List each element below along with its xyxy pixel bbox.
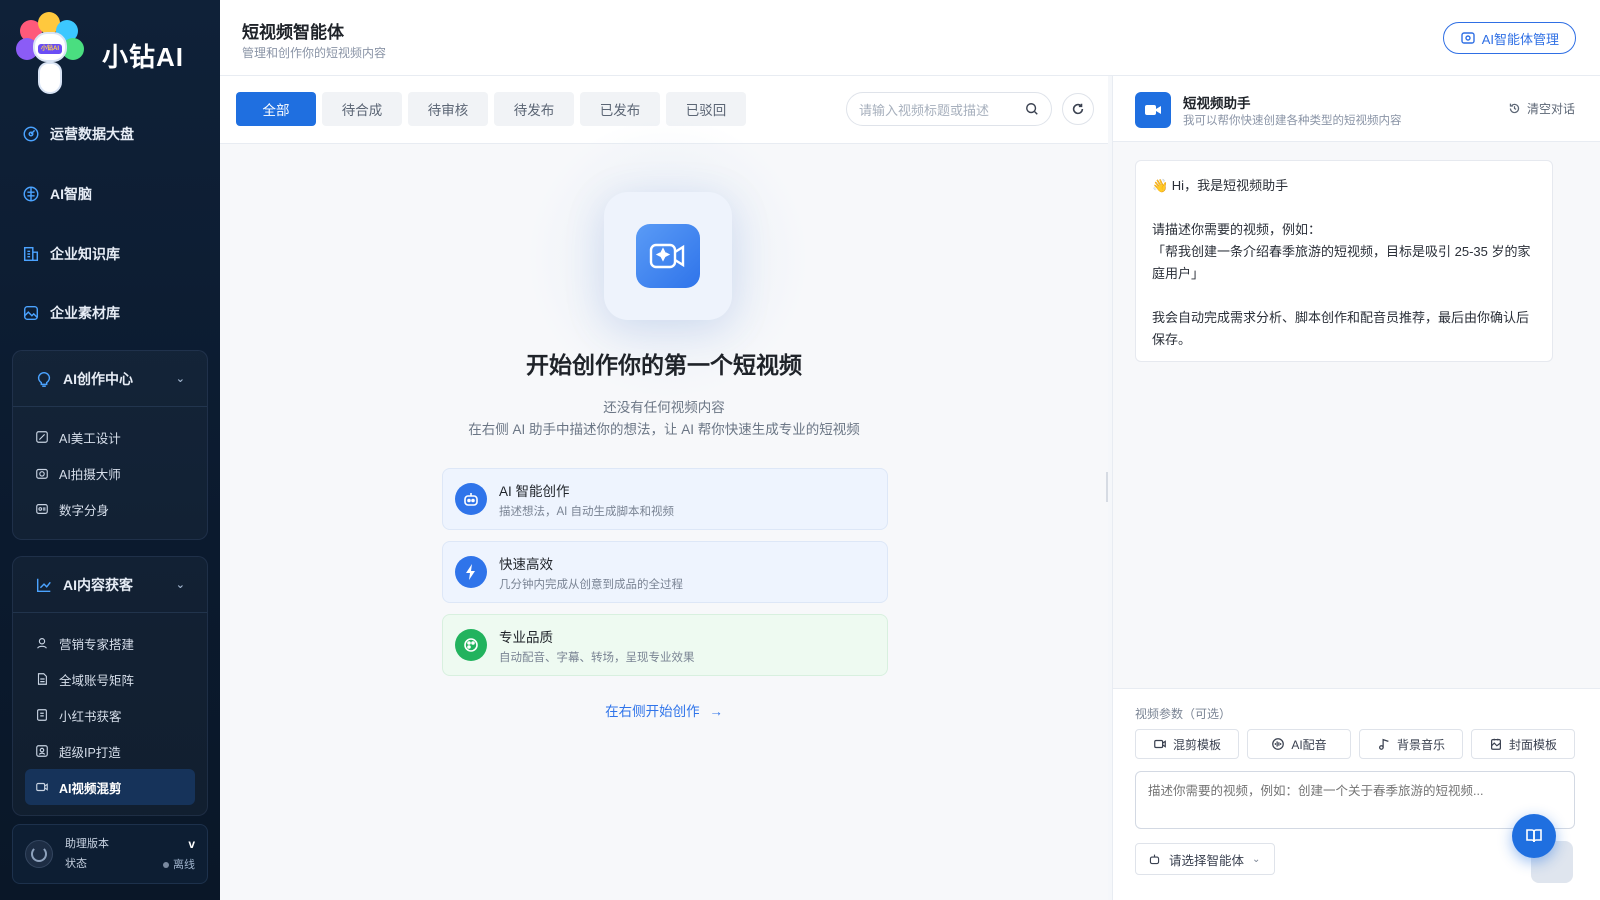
nav-item-knowledge-base[interactable]: 企业知识库 <box>22 244 120 264</box>
loading-spinner-icon <box>25 840 53 868</box>
mascot-logo-icon: 小钻AI <box>16 12 84 98</box>
assistant-panel: 短视频助手 我可以帮你快速创建各种类型的短视频内容 清空对话 👋 Hi，我是短视… <box>1112 76 1600 900</box>
sidebar-item-video-remix[interactable]: AI视频混剪 <box>25 769 195 805</box>
tab-pending-review[interactable]: 待审核 <box>408 92 488 126</box>
status-label: 状态 <box>65 858 87 870</box>
prompt-intro-text: 请描述你需要的视频，例如： <box>1152 222 1322 237</box>
id-card-icon <box>36 504 48 514</box>
camera-icon <box>36 468 48 479</box>
page-title: 短视频智能体 <box>242 23 344 42</box>
sidebar-item-xiaohongshu[interactable]: 小红书获客 <box>13 697 207 733</box>
remix-template-button[interactable]: 混剪模板 <box>1135 729 1239 759</box>
params-label: 视频参数（可选） <box>1135 707 1232 721</box>
music-note-icon <box>1378 738 1389 750</box>
assistant-subtitle: 我可以帮你快速创建各种类型的短视频内容 <box>1183 115 1402 127</box>
logo: 小钻AI 小钻AI <box>16 10 184 100</box>
ai-video-icon <box>636 224 700 288</box>
assistant-title: 短视频助手 <box>1183 96 1251 111</box>
page-header: 短视频智能体 管理和创作你的短视频内容 AI智能体管理 <box>220 0 1600 76</box>
nav-item-asset-library[interactable]: 企业素材库 <box>22 303 120 323</box>
version-value: v <box>188 836 195 851</box>
start-creating-link[interactable]: 在右侧开始创作 → <box>220 700 1108 720</box>
refresh-icon <box>1072 103 1084 115</box>
sidebar-item-digital-avatar[interactable]: 数字分身 <box>13 491 207 527</box>
design-icon <box>36 431 48 443</box>
sidebar-item-ai-design[interactable]: AI美工设计 <box>13 419 207 455</box>
outro-text: 我会自动完成需求分析、脚本创作和配音员推荐，最后由你确认后保存。 <box>1152 310 1530 347</box>
greeting-text: 👋 Hi，我是短视频助手 <box>1152 178 1289 193</box>
video-list-area: 全部 待合成 待审核 待发布 已发布 已驳回 请输入视频标题或描述 开始创作你的… <box>220 76 1108 900</box>
search-icon[interactable] <box>1025 102 1039 116</box>
ai-voice-button[interactable]: AI配音 <box>1247 729 1351 759</box>
user-icon <box>37 638 47 649</box>
assistant-message: 👋 Hi，我是短视频助手 请描述你需要的视频，例如： 「帮我创建一条介绍春季旅游… <box>1135 160 1553 362</box>
feature-card-quality: 专业品质 自动配音、字幕、转场，呈现专业效果 <box>442 614 888 676</box>
audio-wave-icon <box>1272 738 1285 750</box>
brain-icon <box>23 186 39 202</box>
group-toggle-ai-creation[interactable]: AI创作中心 ⌄ <box>13 351 207 407</box>
nav-group-ai-creation: AI创作中心 ⌄ AI美工设计 AI拍摄大师 数字分身 <box>12 350 208 540</box>
tab-pending-publish[interactable]: 待发布 <box>494 92 574 126</box>
sidebar-item-account-matrix[interactable]: 全域账号矩阵 <box>13 661 207 697</box>
sidebar-item-ai-photo[interactable]: AI拍摄大师 <box>13 455 207 491</box>
example-text: 「帮我创建一条介绍春季旅游的短视频，目标是吸引 25-35 岁的家庭用户」 <box>1152 244 1531 281</box>
video-template-icon <box>1154 739 1166 749</box>
badge-icon <box>36 745 48 757</box>
sidebar: 小钻AI 小钻AI 运营数据大盘 AI智脑 企业知识库 企业素材库 AI创作中心… <box>0 0 220 900</box>
help-docs-button[interactable] <box>1512 814 1556 858</box>
image-library-icon <box>23 305 39 321</box>
video-icon <box>36 782 48 792</box>
tab-all[interactable]: 全部 <box>236 92 316 126</box>
cover-image-icon <box>1490 738 1501 750</box>
book-icon <box>1526 829 1542 843</box>
empty-state-line1: 还没有任何视频内容 <box>603 400 725 415</box>
tab-pending-synthesis[interactable]: 待合成 <box>322 92 402 126</box>
chevron-down-icon: ⌄ <box>1252 853 1261 865</box>
nav-group-ai-content: AI内容获客 ⌄ 营销专家搭建 全域账号矩阵 小红书获客 超级IP打造 AI视频… <box>12 556 208 816</box>
panel-resize-handle[interactable] <box>1106 472 1108 502</box>
nav-item-dashboard[interactable]: 运营数据大盘 <box>22 124 134 144</box>
composer: 视频参数（可选） 混剪模板 AI配音 背景音乐 封面模板 请选择智能体 ⌄ <box>1113 688 1600 900</box>
brand-name: 小钻AI <box>102 41 185 72</box>
chevron-down-icon: ⌄ <box>175 579 185 591</box>
palette-icon <box>455 629 487 661</box>
agent-manage-icon <box>1461 32 1475 44</box>
cover-template-button[interactable]: 封面模板 <box>1471 729 1575 759</box>
feature-card-ai-creation: AI 智能创作 描述想法，AI 自动生成脚本和视频 <box>442 468 888 530</box>
search-input[interactable]: 请输入视频标题或描述 <box>846 92 1052 126</box>
trend-chart-icon <box>36 578 51 592</box>
nav-item-ai-brain[interactable]: AI智脑 <box>22 184 92 204</box>
background-music-button[interactable]: 背景音乐 <box>1359 729 1463 759</box>
dashboard-icon <box>23 126 39 142</box>
history-icon <box>1509 103 1520 114</box>
sidebar-item-marketing-expert[interactable]: 营销专家搭建 <box>13 625 207 661</box>
clear-conversation-button[interactable]: 清空对话 <box>1508 100 1575 117</box>
status-dot <box>163 861 169 868</box>
status-value: 离线 <box>173 858 195 871</box>
page-subtitle: 管理和创作你的短视频内容 <box>242 46 387 60</box>
arrow-right-icon: → <box>709 704 723 719</box>
agent-icon <box>1149 854 1160 864</box>
group-toggle-ai-content[interactable]: AI内容获客 ⌄ <box>13 557 207 613</box>
empty-state-title: 开始创作你的第一个短视频 <box>526 352 802 378</box>
empty-state-illustration <box>604 192 732 320</box>
chevron-down-icon: ⌄ <box>175 373 185 385</box>
lightbulb-icon <box>37 371 51 387</box>
sidebar-item-super-ip[interactable]: 超级IP打造 <box>13 733 207 769</box>
document-icon <box>37 673 47 685</box>
knowledge-base-icon <box>23 246 39 262</box>
refresh-button[interactable] <box>1062 93 1094 125</box>
empty-state-line2: 在右侧 AI 助手中描述你的想法，让 AI 帮你快速生成专业的短视频 <box>468 422 860 437</box>
version-status-card: 助理版本 状态 v 离线 <box>12 824 208 884</box>
video-camera-icon <box>1135 92 1171 128</box>
assistant-header: 短视频助手 我可以帮你快速创建各种类型的短视频内容 清空对话 <box>1113 76 1600 142</box>
feature-card-fast: 快速高效 几分钟内完成从创意到成品的全过程 <box>442 541 888 603</box>
agent-management-button[interactable]: AI智能体管理 <box>1442 22 1576 54</box>
robot-icon <box>455 483 487 515</box>
note-icon <box>37 709 47 721</box>
agent-select-dropdown[interactable]: 请选择智能体 ⌄ <box>1135 843 1275 875</box>
version-label: 助理版本 <box>65 838 109 850</box>
lightning-icon <box>455 556 487 588</box>
prompt-input[interactable] <box>1135 771 1575 829</box>
